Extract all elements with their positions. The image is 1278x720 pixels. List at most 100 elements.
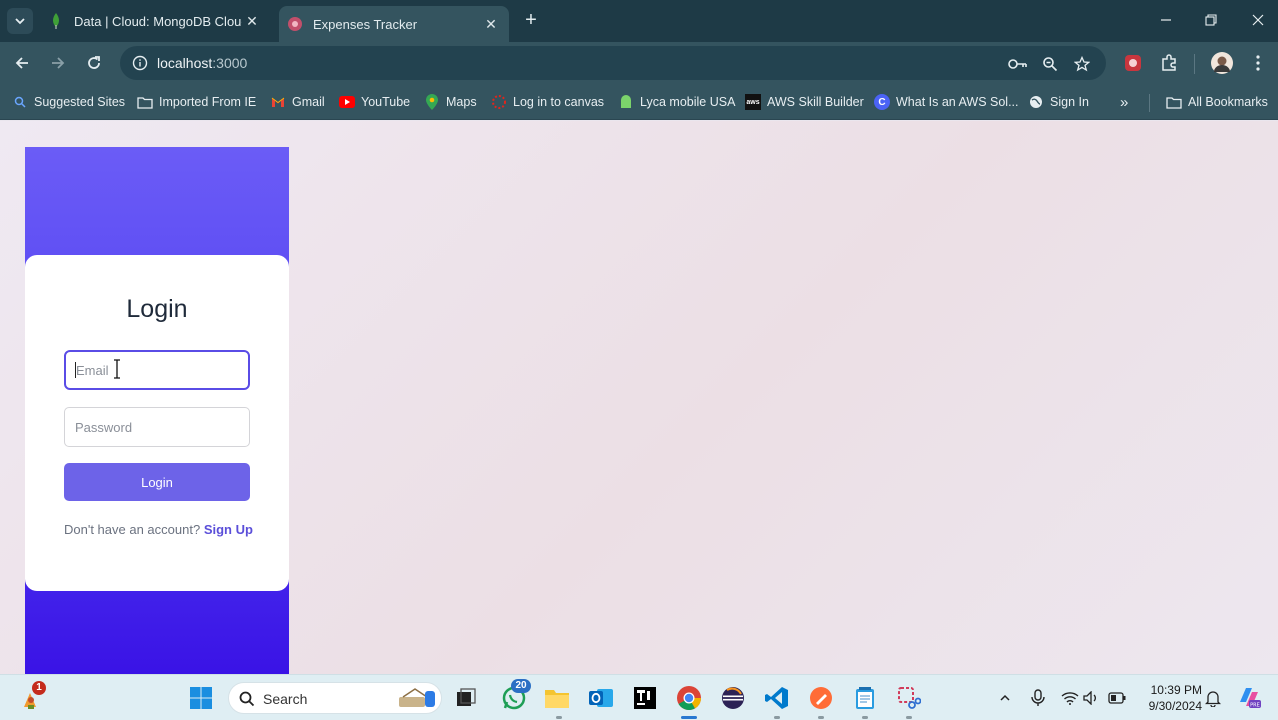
suggested-sites-icon: [12, 94, 28, 110]
volume-button[interactable]: [1081, 688, 1101, 708]
close-window-button[interactable]: [1246, 8, 1270, 32]
menu-kebab-icon[interactable]: [1246, 51, 1270, 75]
reload-button[interactable]: [82, 51, 106, 75]
minimize-button[interactable]: [1154, 8, 1178, 32]
whatsapp-button[interactable]: 20: [499, 679, 531, 713]
all-bookmarks-button[interactable]: All Bookmarks: [1166, 92, 1268, 112]
url-text: localhost:3000: [157, 55, 248, 71]
taskbar-search[interactable]: Search: [228, 682, 442, 714]
widgets-button[interactable]: 1: [16, 681, 46, 713]
text-caret: [75, 362, 76, 378]
maps-icon: [424, 94, 440, 110]
bookmark-sign-in[interactable]: Sign In: [1028, 92, 1089, 112]
bookmark-imported-from-ie[interactable]: Imported From IE: [137, 92, 256, 112]
outlook-button[interactable]: [586, 683, 616, 713]
bookmark-youtube[interactable]: YouTube: [339, 92, 410, 112]
reload-icon: [88, 56, 100, 69]
aws-icon: aws: [745, 94, 761, 110]
start-button[interactable]: [186, 683, 216, 713]
folder-icon: [1166, 94, 1182, 110]
file-explorer-button[interactable]: [542, 683, 572, 713]
restore-button[interactable]: [1199, 8, 1223, 32]
search-icon: [239, 691, 255, 707]
bookmarks-bar: Suggested Sites Imported From IE Gmail Y…: [0, 84, 1278, 120]
youtube-icon: [339, 94, 355, 110]
wifi-button[interactable]: [1060, 688, 1080, 708]
signup-prompt: Don't have an account? Sign Up: [64, 522, 264, 537]
gmail-icon: [270, 94, 286, 110]
notepad-button[interactable]: [850, 683, 880, 713]
battery-button[interactable]: [1107, 688, 1127, 708]
chrome-button[interactable]: [674, 683, 704, 713]
svg-text:PRE: PRE: [1250, 703, 1260, 709]
clock-time: 10:39 PM: [1150, 683, 1202, 697]
extension-red-icon[interactable]: [1121, 51, 1145, 75]
c-icon: C: [874, 94, 890, 110]
notifications-button[interactable]: [1203, 688, 1223, 708]
widgets-badge: 1: [32, 681, 46, 695]
address-bar[interactable]: localhost:3000: [120, 46, 1106, 80]
bookmark-suggested-sites[interactable]: Suggested Sites: [12, 92, 125, 112]
password-field[interactable]: [64, 407, 250, 447]
battery-icon: [1108, 692, 1126, 704]
postman-button[interactable]: [806, 683, 836, 713]
login-button[interactable]: Login: [64, 463, 250, 501]
page-content: Login Login Don't have an account? Sign …: [0, 121, 1278, 674]
browser-toolbar: localhost:3000: [0, 42, 1278, 84]
bell-icon: [1205, 691, 1221, 707]
bookmark-lyca-mobile[interactable]: Lyca mobile USA: [618, 92, 735, 112]
email-field[interactable]: [64, 350, 250, 390]
more-bookmarks-button[interactable]: »: [1120, 92, 1128, 112]
bookmark-canvas[interactable]: Log in to canvas: [491, 92, 604, 112]
windows-taskbar: 1 Search 20 10:39 PM 9/30/2024 PRE: [0, 674, 1278, 720]
profile-avatar[interactable]: [1210, 51, 1234, 75]
globe-icon: [1028, 94, 1044, 110]
volume-icon: [1083, 691, 1096, 705]
bookmark-what-is-aws[interactable]: C What Is an AWS Sol...: [874, 92, 1019, 112]
bookmark-gmail[interactable]: Gmail: [270, 92, 325, 112]
clock-date: 9/30/2024: [1148, 699, 1202, 713]
vscode-button[interactable]: [762, 683, 792, 713]
notepad-icon: [856, 687, 874, 709]
close-tab-icon[interactable]: ✕: [242, 11, 262, 31]
microphone-icon: [1031, 689, 1045, 706]
extensions-puzzle-icon[interactable]: [1157, 51, 1181, 75]
password-key-icon[interactable]: [1008, 54, 1028, 74]
copilot-icon: PRE: [1240, 688, 1261, 709]
signup-link[interactable]: Sign Up: [204, 522, 253, 537]
lyca-icon: [618, 94, 634, 110]
intellij-button[interactable]: [630, 683, 660, 713]
tab-expenses-tracker[interactable]: Expenses Tracker ✕: [279, 6, 509, 42]
chrome-icon: [677, 686, 701, 711]
new-tab-button[interactable]: +: [520, 9, 542, 31]
login-card: Login Login Don't have an account? Sign …: [25, 255, 289, 591]
bookmarks-divider: [1149, 94, 1150, 112]
close-tab-icon[interactable]: ✕: [481, 14, 501, 34]
folder-icon: [545, 690, 569, 708]
chevron-up-icon: [1000, 694, 1010, 701]
microphone-button[interactable]: [1028, 688, 1048, 708]
copilot-button[interactable]: PRE: [1236, 684, 1262, 710]
canvas-icon: [491, 94, 507, 110]
zoom-icon[interactable]: [1040, 54, 1060, 74]
task-view-button[interactable]: [451, 683, 481, 713]
running-indicator: [774, 716, 780, 719]
back-button[interactable]: [10, 51, 34, 75]
bookmark-maps[interactable]: Maps: [424, 92, 477, 112]
clock[interactable]: 10:39 PM 9/30/2024: [1138, 682, 1202, 714]
running-indicator: [556, 716, 562, 719]
outlook-icon: [589, 689, 613, 707]
tab-title: Data | Cloud: MongoDB Cloud: [74, 13, 242, 29]
tab-search-button[interactable]: [7, 8, 33, 34]
eclipse-button[interactable]: [718, 683, 748, 713]
vscode-icon: [765, 687, 788, 709]
tab-mongodb[interactable]: Data | Cloud: MongoDB Cloud ✕: [40, 6, 270, 36]
bookmark-aws-skill-builder[interactable]: aws AWS Skill Builder: [745, 92, 864, 112]
search-highlight-icon: [399, 688, 435, 707]
forward-button[interactable]: [46, 51, 70, 75]
site-info-icon[interactable]: [130, 53, 150, 73]
snipping-tool-button[interactable]: [894, 683, 924, 713]
login-heading: Login: [126, 295, 188, 323]
bookmark-star-icon[interactable]: [1072, 54, 1092, 74]
show-hidden-icons-button[interactable]: [995, 688, 1015, 708]
